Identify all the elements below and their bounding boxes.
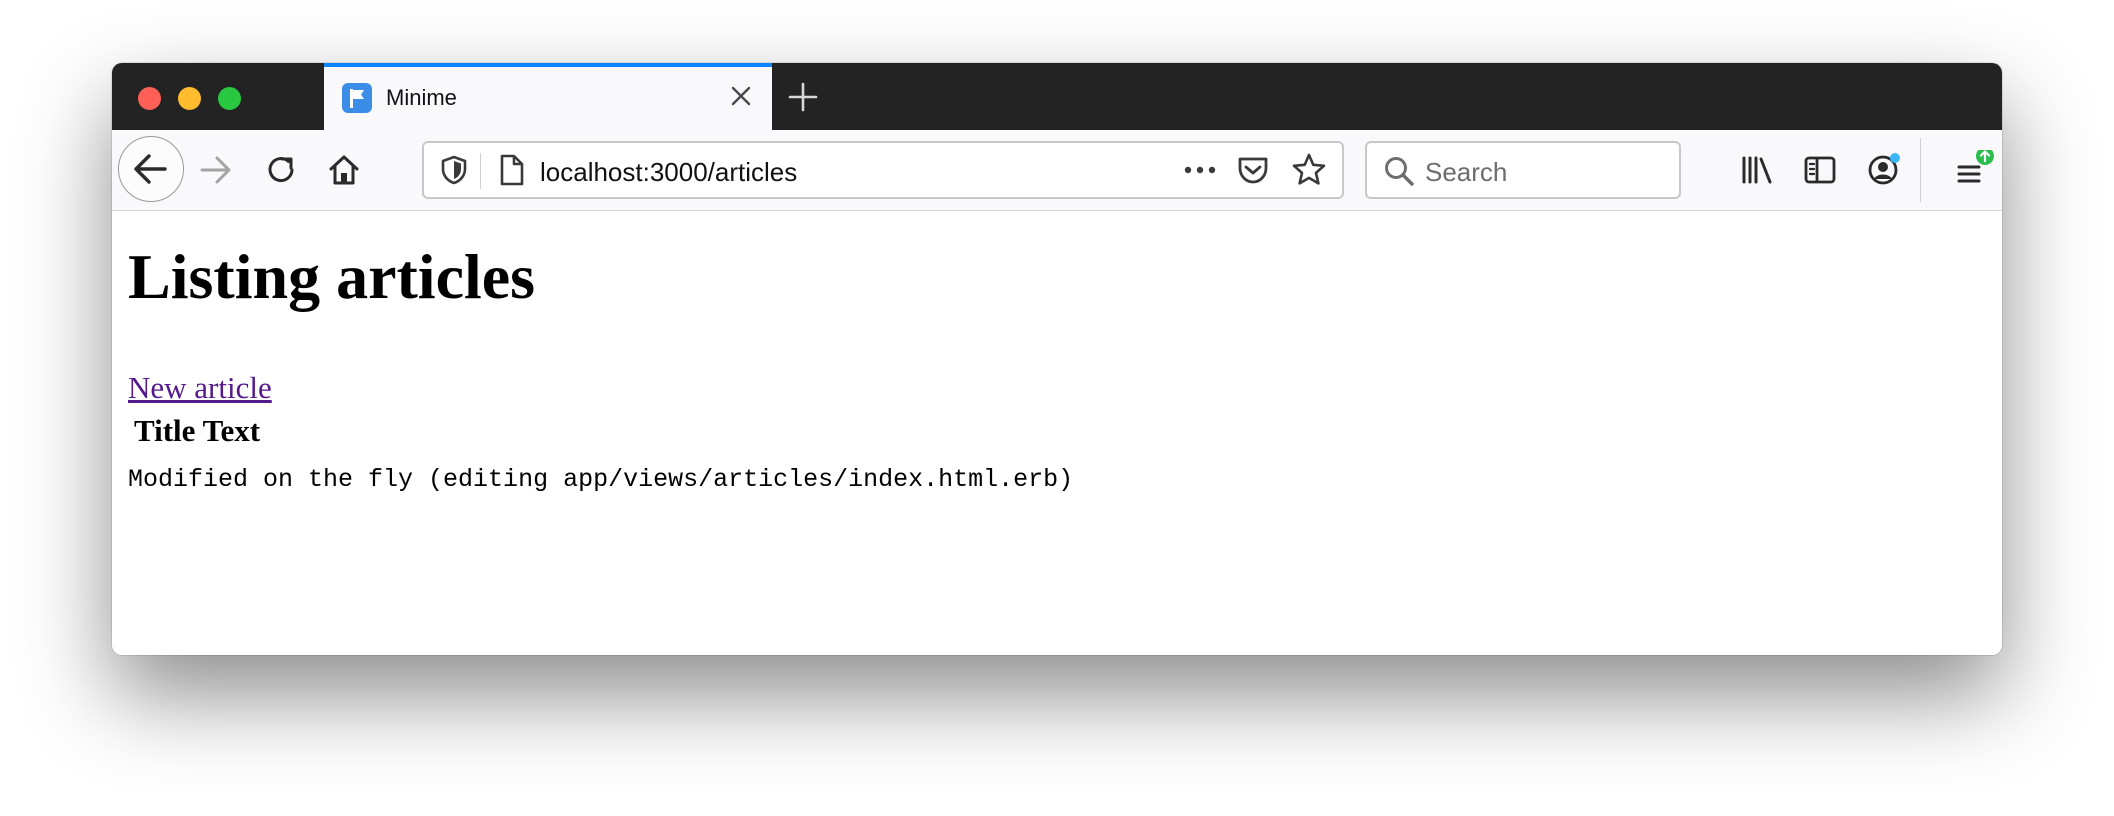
- maximize-window-button[interactable]: [218, 87, 241, 110]
- page-icon[interactable]: [494, 152, 528, 188]
- new-tab-button[interactable]: [786, 80, 820, 114]
- tab-active[interactable]: Minime: [324, 63, 772, 130]
- minimize-window-button[interactable]: [178, 87, 201, 110]
- page-content: Listing articles New article Title Text …: [112, 211, 2002, 655]
- home-button[interactable]: [324, 150, 364, 190]
- home-icon: [329, 155, 359, 185]
- url-bar[interactable]: localhost:3000/articles: [422, 141, 1344, 199]
- toolbar-separator: [1920, 138, 1921, 202]
- browser-window: Minime localhost:3000/articles Search Li…: [112, 63, 2002, 655]
- article-text: Modified on the fly (editing app/views/a…: [128, 465, 1074, 494]
- back-arrow-icon: [134, 154, 167, 184]
- pocket-icon[interactable]: [1234, 152, 1272, 188]
- url-text[interactable]: localhost:3000/articles: [540, 157, 797, 188]
- search-placeholder[interactable]: Search: [1425, 157, 1507, 188]
- search-bar[interactable]: Search: [1365, 141, 1681, 199]
- url-separator: [480, 153, 481, 189]
- forward-arrow-icon: [200, 156, 231, 184]
- close-tab-icon[interactable]: [726, 81, 756, 111]
- account-icon: [1868, 153, 1900, 185]
- flag-icon: [342, 83, 372, 113]
- new-article-link[interactable]: New article: [128, 372, 272, 403]
- library-icon: [1742, 156, 1772, 184]
- tab-title: Minime: [386, 85, 457, 110]
- sidebar-icon: [1804, 156, 1836, 184]
- tab-strip: Minime: [112, 63, 2002, 130]
- hamburger-menu-icon: [1957, 150, 1994, 183]
- search-icon: [1381, 153, 1417, 189]
- page-title: Listing articles: [128, 241, 536, 312]
- account-button[interactable]: [1863, 150, 1903, 190]
- article-title: Title Text: [134, 413, 261, 448]
- back-button[interactable]: [118, 136, 184, 202]
- shield-icon[interactable]: [436, 152, 472, 188]
- reload-icon: [268, 157, 294, 183]
- close-window-button[interactable]: [138, 87, 161, 110]
- forward-button[interactable]: [196, 150, 236, 190]
- more-dots-icon[interactable]: [1180, 155, 1220, 185]
- navigation-toolbar: localhost:3000/articles Search: [112, 130, 2002, 211]
- star-icon[interactable]: [1290, 151, 1328, 189]
- menu-button[interactable]: [1950, 150, 1994, 190]
- sidebar-button[interactable]: [1800, 150, 1840, 190]
- library-button[interactable]: [1737, 150, 1777, 190]
- reload-button[interactable]: [261, 150, 301, 190]
